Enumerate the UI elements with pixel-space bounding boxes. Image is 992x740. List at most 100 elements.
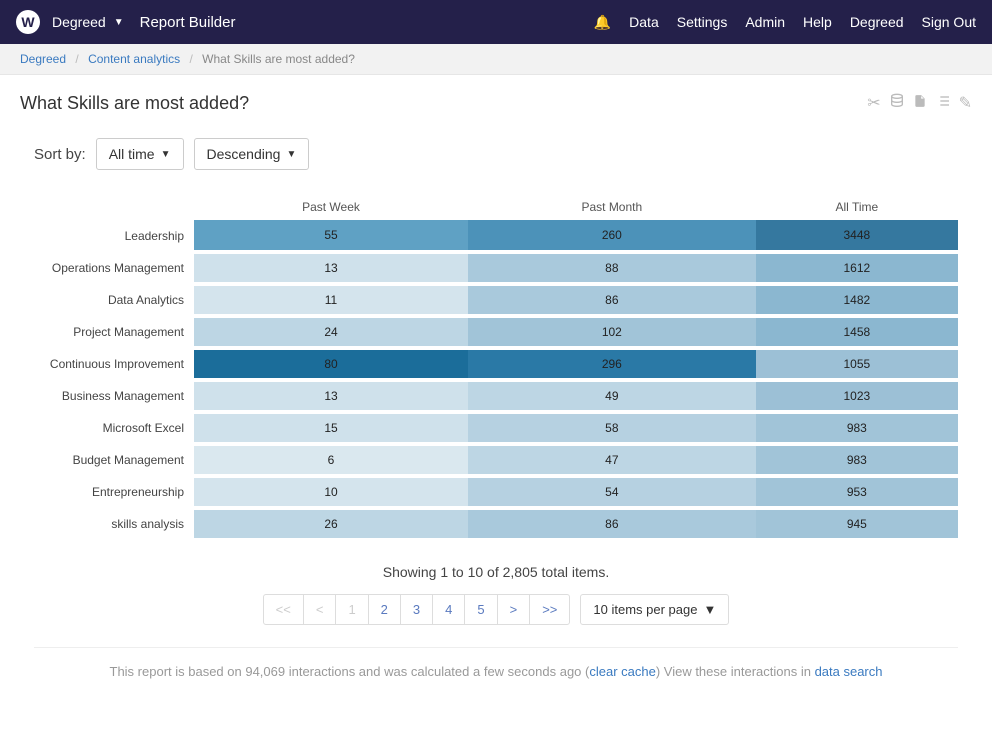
pagination-summary: Showing 1 to 10 of 2,805 total items. xyxy=(20,564,972,580)
row-label: skills analysis xyxy=(34,508,194,540)
pencil-icon[interactable]: ✎ xyxy=(959,93,972,114)
page-last-button[interactable]: >> xyxy=(529,594,570,625)
breadcrumb-item-1[interactable]: Degreed xyxy=(20,52,66,66)
header-row: What Skills are most added? ✂ ✎ xyxy=(20,93,972,114)
sort-direction-select[interactable]: Descending ▼ xyxy=(194,138,310,170)
page-prev-button[interactable]: < xyxy=(303,594,337,625)
heatmap-cell[interactable]: 1458 xyxy=(756,316,958,348)
heatmap-cell[interactable]: 86 xyxy=(468,284,756,316)
sort-label: Sort by: xyxy=(34,146,86,163)
page-2-button[interactable]: 2 xyxy=(368,594,401,625)
heatmap-cell[interactable]: 10 xyxy=(194,476,468,508)
heatmap-cell[interactable]: 983 xyxy=(756,412,958,444)
row-label: Continuous Improvement xyxy=(34,348,194,380)
row-label: Operations Management xyxy=(34,252,194,284)
topbar: W Degreed ▼ Report Builder 🔔 Data Settin… xyxy=(0,0,992,44)
clear-cache-link[interactable]: clear cache xyxy=(589,664,655,679)
column-header: Past Week xyxy=(194,194,468,220)
app-title: Report Builder xyxy=(140,14,236,31)
brand-dropdown[interactable]: Degreed ▼ xyxy=(52,14,124,30)
table-row: Continuous Improvement802961055 xyxy=(34,348,958,380)
nav-data[interactable]: Data xyxy=(629,14,659,30)
heatmap-cell[interactable]: 260 xyxy=(468,220,756,252)
document-icon[interactable] xyxy=(913,93,927,114)
list-icon[interactable] xyxy=(935,93,951,114)
heatmap-cell[interactable]: 49 xyxy=(468,380,756,412)
row-label: Entrepreneurship xyxy=(34,476,194,508)
table-row: Data Analytics11861482 xyxy=(34,284,958,316)
heatmap-cell[interactable]: 58 xyxy=(468,412,756,444)
table-row: Business Management13491023 xyxy=(34,380,958,412)
breadcrumb-item-3: What Skills are most added? xyxy=(202,52,355,66)
heatmap-table: Past WeekPast MonthAll TimeLeadership552… xyxy=(34,194,958,542)
column-header: Past Month xyxy=(468,194,756,220)
page-5-button[interactable]: 5 xyxy=(464,594,497,625)
data-search-link[interactable]: data search xyxy=(815,664,883,679)
heatmap-cell[interactable]: 86 xyxy=(468,508,756,540)
heatmap-cell[interactable]: 6 xyxy=(194,444,468,476)
row-label: Project Management xyxy=(34,316,194,348)
heatmap-cell[interactable]: 983 xyxy=(756,444,958,476)
heatmap-cell[interactable]: 1023 xyxy=(756,380,958,412)
page-1-button[interactable]: 1 xyxy=(335,594,368,625)
heatmap-cell[interactable]: 80 xyxy=(194,348,468,380)
table-row: Leadership552603448 xyxy=(34,220,958,252)
heatmap-cell[interactable]: 953 xyxy=(756,476,958,508)
caret-down-icon: ▼ xyxy=(161,149,171,160)
breadcrumb-separator: / xyxy=(189,52,192,66)
heatmap-cell[interactable]: 24 xyxy=(194,316,468,348)
report-toolbar: ✂ ✎ xyxy=(867,93,972,114)
heatmap-cell[interactable]: 47 xyxy=(468,444,756,476)
brand-label: Degreed xyxy=(52,14,106,30)
heatmap-cell[interactable]: 11 xyxy=(194,284,468,316)
heatmap-cell[interactable]: 55 xyxy=(194,220,468,252)
heatmap-cell[interactable]: 945 xyxy=(756,508,958,540)
table-row: skills analysis2686945 xyxy=(34,508,958,540)
heatmap-cell[interactable]: 1482 xyxy=(756,284,958,316)
items-per-page-select[interactable]: 10 items per page ▼ xyxy=(580,594,729,625)
page-first-button[interactable]: << xyxy=(263,594,304,625)
sort-field-select[interactable]: All time ▼ xyxy=(96,138,184,170)
heatmap-cell[interactable]: 1612 xyxy=(756,252,958,284)
page-next-button[interactable]: > xyxy=(497,594,531,625)
bell-icon[interactable]: 🔔 xyxy=(594,14,611,31)
row-label: Leadership xyxy=(34,220,194,252)
caret-down-icon: ▼ xyxy=(114,17,124,28)
heatmap-cell[interactable]: 15 xyxy=(194,412,468,444)
footer-divider xyxy=(34,647,958,648)
heatmap-cell[interactable]: 102 xyxy=(468,316,756,348)
breadcrumb: Degreed / Content analytics / What Skill… xyxy=(0,44,992,75)
breadcrumb-separator: / xyxy=(75,52,78,66)
page-4-button[interactable]: 4 xyxy=(432,594,465,625)
heatmap-cell[interactable]: 296 xyxy=(468,348,756,380)
sort-direction-value: Descending xyxy=(207,146,281,162)
table-row: Operations Management13881612 xyxy=(34,252,958,284)
heatmap-cell[interactable]: 3448 xyxy=(756,220,958,252)
page-3-button[interactable]: 3 xyxy=(400,594,433,625)
heatmap-cell[interactable]: 88 xyxy=(468,252,756,284)
items-per-page-value: 10 items per page xyxy=(593,602,697,617)
heatmap-cell[interactable]: 54 xyxy=(468,476,756,508)
caret-down-icon: ▼ xyxy=(703,602,716,617)
heatmap-cell[interactable]: 26 xyxy=(194,508,468,540)
heatmap-cell[interactable]: 13 xyxy=(194,252,468,284)
nav-help[interactable]: Help xyxy=(803,14,832,30)
row-label: Data Analytics xyxy=(34,284,194,316)
heatmap-table-wrap: Past WeekPast MonthAll TimeLeadership552… xyxy=(20,194,972,542)
pagination: << < 1 2 3 4 5 > >> 10 items per page ▼ xyxy=(20,594,972,625)
heatmap-cell[interactable]: 13 xyxy=(194,380,468,412)
row-label: Budget Management xyxy=(34,444,194,476)
table-row: Entrepreneurship1054953 xyxy=(34,476,958,508)
scissors-icon[interactable]: ✂ xyxy=(867,93,880,114)
database-icon[interactable] xyxy=(889,93,905,114)
heatmap-cell[interactable]: 1055 xyxy=(756,348,958,380)
brand-logo[interactable]: W xyxy=(16,10,40,34)
sort-field-value: All time xyxy=(109,146,155,162)
breadcrumb-item-2[interactable]: Content analytics xyxy=(88,52,180,66)
footer-note: This report is based on 94,069 interacti… xyxy=(20,664,972,679)
nav-admin[interactable]: Admin xyxy=(745,14,785,30)
nav-signout[interactable]: Sign Out xyxy=(922,14,976,30)
nav-settings[interactable]: Settings xyxy=(677,14,728,30)
sort-controls: Sort by: All time ▼ Descending ▼ xyxy=(20,138,972,170)
nav-degreed[interactable]: Degreed xyxy=(850,14,904,30)
